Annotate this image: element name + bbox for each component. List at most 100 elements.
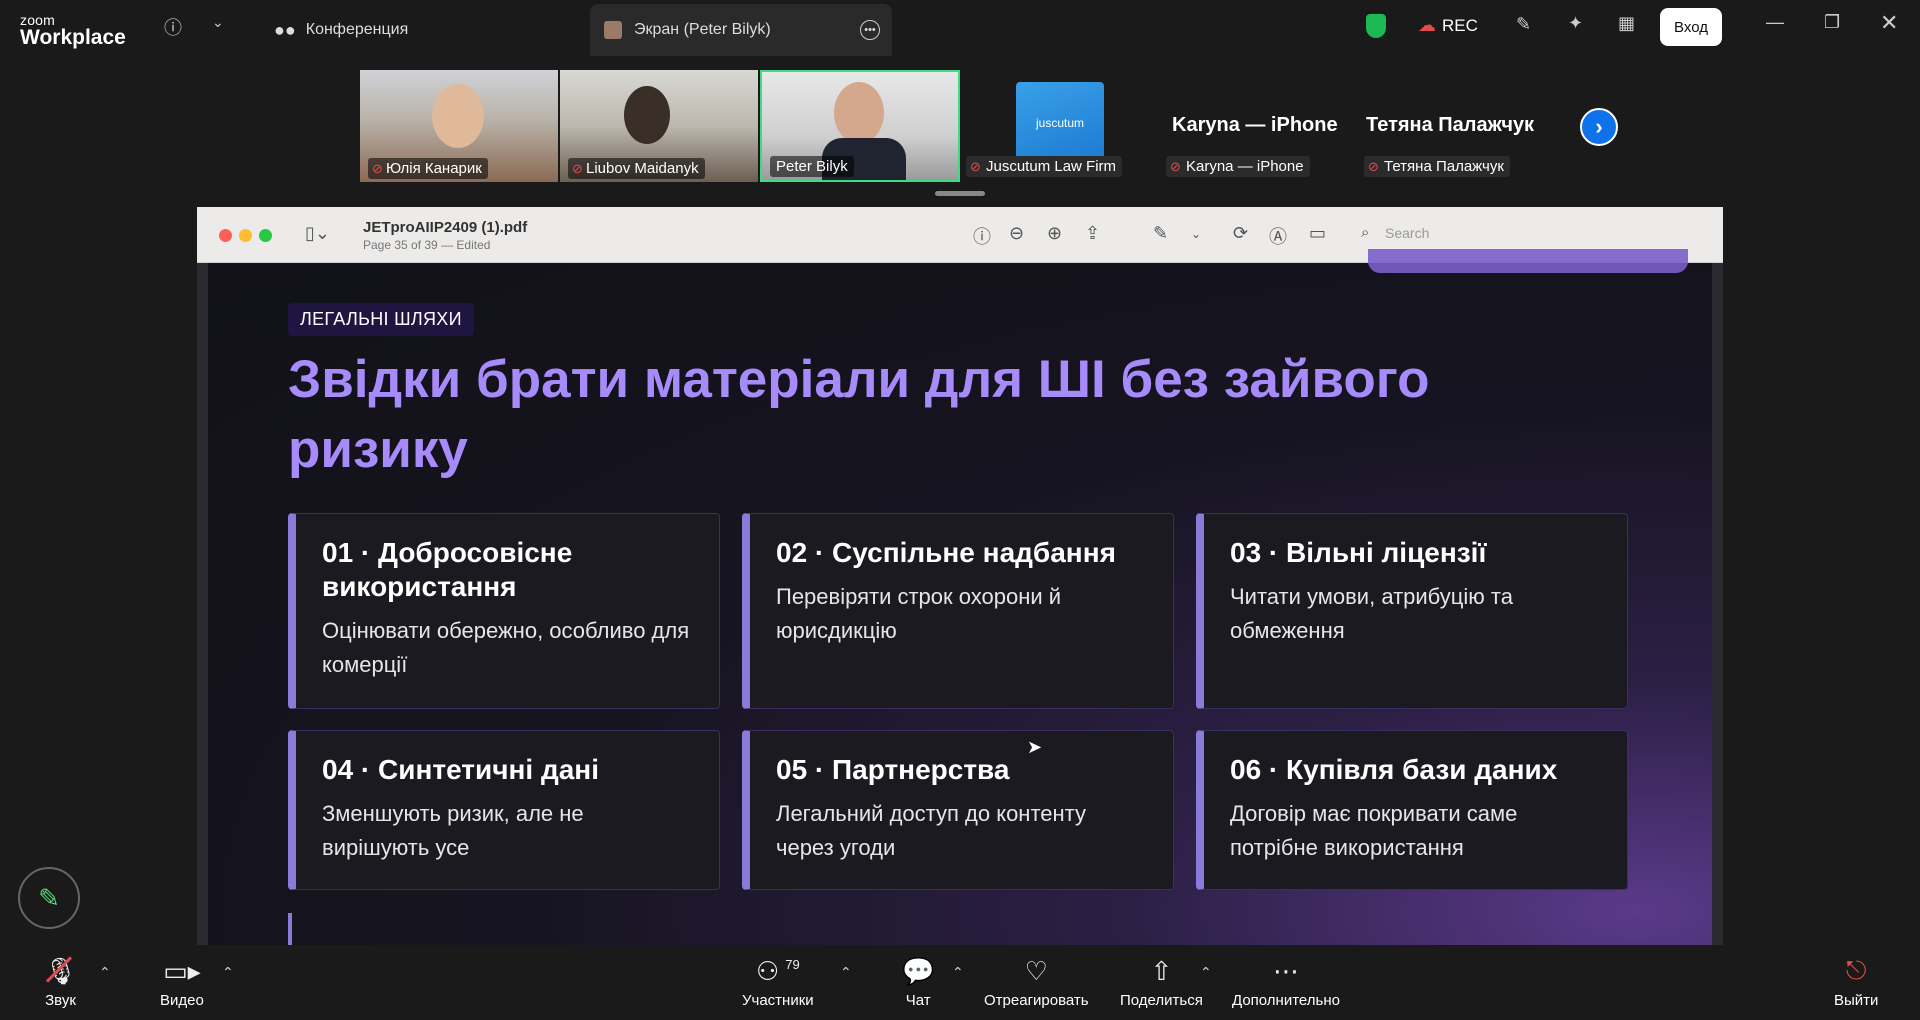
participants-button[interactable]: ⚇ 79 Участники [742,954,814,1010]
mic-muted-icon: ⊘ [1170,158,1181,174]
annotate-button[interactable]: ✎ [18,867,80,929]
share-screen-button[interactable]: ⇧ Поделиться [1120,954,1203,1010]
leave-label: Выйти [1834,992,1879,1009]
pdf-search-input[interactable]: Search [1385,225,1429,241]
share-icon[interactable]: ⇪ [1085,223,1100,244]
participant-tile-active-speaker[interactable]: Peter Bilyk [760,70,960,182]
tab-screen-share[interactable]: Экран (Peter Bilyk) ••• [590,4,892,56]
meeting-controls: 🎙 Звук ⌃ ▭▸ Видео ⌃ ⚇ 79 Участники ⌃ 💬 Ча… [0,946,1920,1020]
chevron-down-icon[interactable]: ⌄ [1191,227,1201,241]
card-title: 06 · Купівля бази даних [1230,754,1558,785]
card-text: Договір має покривати саме потрібне вико… [1230,801,1518,860]
card-title: 04 · Синтетичні дані [322,754,599,785]
share-screen-icon: ⇧ [1150,955,1173,986]
slide-card: 02 · Суспільне надбання Перевіряти строк… [742,513,1174,709]
strip-resize-handle[interactable] [935,191,985,196]
video-button[interactable]: ▭▸ Видео [160,954,204,1010]
card-text: Зменшують ризик, але не вирішують усе [322,801,584,860]
login-button[interactable]: Вход [1660,8,1722,46]
participants-options-caret[interactable]: ⌃ [840,964,852,981]
pencil-icon: ✎ [38,882,60,913]
chat-label: Чат [905,992,931,1009]
minimize-icon[interactable]: — [1766,12,1784,33]
form-fill-icon[interactable]: ▭ [1309,223,1326,244]
card-text: Читати умови, атрибуцію та обмеження [1230,584,1513,643]
window-zoom-dot[interactable] [259,229,272,242]
participants-count: 79 [785,956,800,972]
info-icon[interactable]: ⓘ [164,14,182,40]
close-icon[interactable]: ✕ [1880,10,1898,36]
participant-name-label: ⊘ Karyna — iPhone [1166,156,1310,177]
window-close-dot[interactable] [219,229,232,242]
apps-grid-icon[interactable]: ▦ [1618,13,1635,34]
participant-video [834,82,884,144]
zoom-out-icon[interactable]: ⊖ [1009,223,1024,244]
participants-icon: ⚇ 79 [755,955,800,986]
annotate-icon[interactable]: Ⓐ [1269,223,1287,249]
rotate-icon[interactable]: ⟳ [1233,223,1248,244]
rec-indicator[interactable]: ☁ REC [1418,15,1478,36]
slide-content: ЛЕГАЛЬНІ ШЛЯХИ Звідки брати матеріали дл… [208,249,1712,945]
window-minimize-dot[interactable] [239,229,252,242]
pdf-page-status: Page 35 of 39 — Edited [363,238,491,252]
participant-tile[interactable]: ⊘ Юлія Канарик [360,70,558,182]
sparkle-icon[interactable]: ✦ [1568,13,1583,34]
restore-icon[interactable]: ❐ [1824,12,1840,33]
info-icon[interactable]: ⓘ [973,223,991,249]
more-options-icon[interactable]: ••• [860,20,880,40]
slide-headline: Звідки брати матеріали для ШІ без зайвог… [288,350,1430,479]
leave-button[interactable]: ⎋ Выйти [1834,954,1878,1009]
next-participants-button[interactable]: › [1580,108,1618,146]
chat-options-caret[interactable]: ⌃ [952,964,964,981]
pdf-filename: JETproAIIP2409 (1).pdf [363,219,528,236]
sidebar-toggle-icon[interactable]: ▯⌄ [305,223,330,244]
shield-icon[interactable] [1366,14,1386,38]
mic-muted-icon: 🎙 [44,955,78,986]
more-label: Дополнительно [1232,992,1340,1009]
participant-name-label: ⊘ Juscutum Law Firm [966,156,1123,177]
slide-card: 05 · Партнерства Легальний доступ до кон… [742,730,1174,890]
audio-label: Звук [45,992,76,1009]
title-bar: zoom Workplace ⓘ ⌄ ●● Конференция Экран … [0,0,1920,56]
slide-card: 01 · Добросовісне використання Оцінювати… [288,513,720,709]
participant-tile[interactable]: ⊘ Liubov Maidanyk [560,70,758,182]
heart-icon: ♡ [1024,955,1048,986]
search-icon: ⌕ [1361,224,1370,241]
chat-bubble-icon: 💬 [902,955,935,986]
mic-muted-icon: ⊘ [1368,158,1379,174]
zoom-logo-workplace: Workplace [20,26,126,49]
slide-badge: ЛЕГАЛЬНІ ШЛЯХИ [288,303,474,336]
more-dots-icon: ⋯ [1272,955,1299,986]
chevron-right-icon: › [1595,114,1603,139]
share-label: Поделиться [1120,992,1203,1009]
card-text: Перевіряти строк охорони й юрисдикцію [776,584,1062,643]
mic-muted-icon: ⊘ [572,160,583,176]
card-text: Оцінювати обережно, особливо для комерці… [322,618,690,677]
participant-name-label: ⊘ Liubov Maidanyk [568,158,705,179]
mic-muted-icon: ⊘ [372,160,383,176]
chat-button[interactable]: 💬 Чат [902,954,935,1010]
slide-top-decoration [1368,249,1688,273]
participant-name-large[interactable]: Karyna — iPhone [1172,114,1338,137]
participants-label: Участники [742,992,814,1009]
participant-name-label: ⊘ Тетяна Палажчук [1364,156,1510,177]
tab-conference[interactable]: ●● Конференция [260,4,422,56]
juscutum-logo[interactable]: juscutum [1016,82,1104,164]
mouse-cursor-icon: ➤ [1027,737,1043,757]
audio-button[interactable]: 🎙 Звук [44,954,78,1010]
participant-name-large[interactable]: Тетяна Палажчук [1366,114,1534,137]
magic-wand-icon[interactable]: ✎ [1516,14,1531,35]
people-icon: ●● [274,19,296,40]
card-title: 03 · Вільні ліцензії [1230,537,1487,568]
more-button[interactable]: ⋯ Дополнительно [1232,954,1340,1010]
markup-pen-icon[interactable]: ✎ [1153,223,1168,244]
video-options-caret[interactable]: ⌃ [222,964,234,981]
react-button[interactable]: ♡ Отреагировать [984,954,1089,1010]
audio-options-caret[interactable]: ⌃ [99,964,111,981]
video-camera-icon: ▭▸ [163,955,201,986]
share-options-caret[interactable]: ⌃ [1200,964,1212,981]
chevron-down-icon[interactable]: ⌄ [212,14,224,31]
react-label: Отреагировать [984,992,1089,1009]
zoom-in-icon[interactable]: ⊕ [1047,223,1062,244]
slide-card: 04 · Синтетичні дані Зменшують ризик, ал… [288,730,720,890]
